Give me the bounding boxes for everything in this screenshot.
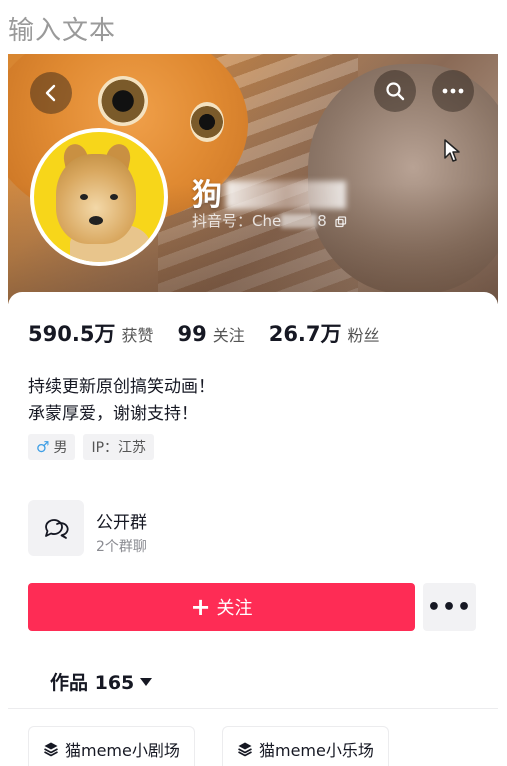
more-dots-icon: ••• [426,594,473,620]
douyin-id-label: 抖音号： [192,212,253,230]
collection-label: 猫meme小剧场 [65,740,180,760]
plus-icon: + [190,593,211,621]
collection-tab[interactable]: 猫meme小剧场 [28,726,195,766]
follow-button[interactable]: + 关注 [28,583,415,631]
following-label[interactable]: 关注 [213,322,245,346]
douyin-id-prefix: Che [252,212,282,230]
layers-icon [238,742,252,756]
search-button[interactable] [374,70,416,112]
following-count[interactable]: 99 [177,322,206,346]
banner-cat-eye [98,76,148,126]
ip-tag: IP：江苏 [83,434,155,460]
profile-bio: 持续更新原创搞笑动画！ 承蒙厚爱，谢谢支持！ [28,374,215,428]
likes-label: 获赞 [121,326,154,345]
followers-label[interactable]: 粉丝 [348,322,380,346]
male-icon: ♂ [36,438,50,456]
search-icon [386,82,405,101]
group-subtitle: 2个群聊 [96,539,147,555]
nickname-text: 狗 [192,178,222,213]
collection-label: 猫meme小乐场 [259,740,374,760]
group-title[interactable]: 公开群 [96,508,147,533]
ip-label: IP：江苏 [91,440,147,456]
copy-icon[interactable] [334,216,347,228]
douyin-id-redaction [281,214,318,228]
nickname-redaction [226,181,346,209]
bio-line: 持续更新原创搞笑动画！ [28,377,215,397]
dog-nose [89,216,103,225]
top-caption: 输入文本 [8,16,117,46]
profile-nickname: 狗 [192,170,346,214]
bio-line: 承蒙厚爱，谢谢支持！ [28,404,198,424]
followers-count[interactable]: 26.7万 [269,318,342,348]
gender-label: 男 [53,440,68,456]
more-dots-icon [442,88,464,94]
douyin-id-suffix: 8 [317,212,327,230]
more-actions-button[interactable]: ••• [423,583,476,631]
avatar-image [34,132,164,262]
profile-stats: 590.5万 获赞 99 关注 26.7万 粉丝 [28,318,404,348]
works-tab-label: 作品 165 [50,672,135,694]
back-arrow-icon [45,84,56,102]
dog-head [56,154,136,244]
divider [8,708,498,709]
more-options-button[interactable] [432,70,474,112]
dog-eye [110,194,118,200]
likes-count: 590.5万 [28,322,116,346]
dog-eye [80,194,88,200]
chat-bubbles-icon [45,519,69,539]
follow-label: 关注 [216,598,253,619]
gender-tag: ♂ 男 [28,434,76,460]
back-button[interactable] [30,72,72,114]
tab-works[interactable]: 作品 165 [50,668,153,695]
collection-tab[interactable]: 猫meme小乐场 [222,726,389,766]
profile-tags: ♂ 男 IP：江苏 [28,434,155,460]
douyin-id[interactable]: 抖音号：Che 8 [192,210,347,231]
avatar[interactable] [30,128,168,266]
caret-down-icon [140,677,153,686]
banner-cat-eye [190,102,224,142]
layers-icon [44,742,58,756]
mouse-cursor-icon [444,139,460,162]
group-chat-button[interactable] [28,500,84,556]
